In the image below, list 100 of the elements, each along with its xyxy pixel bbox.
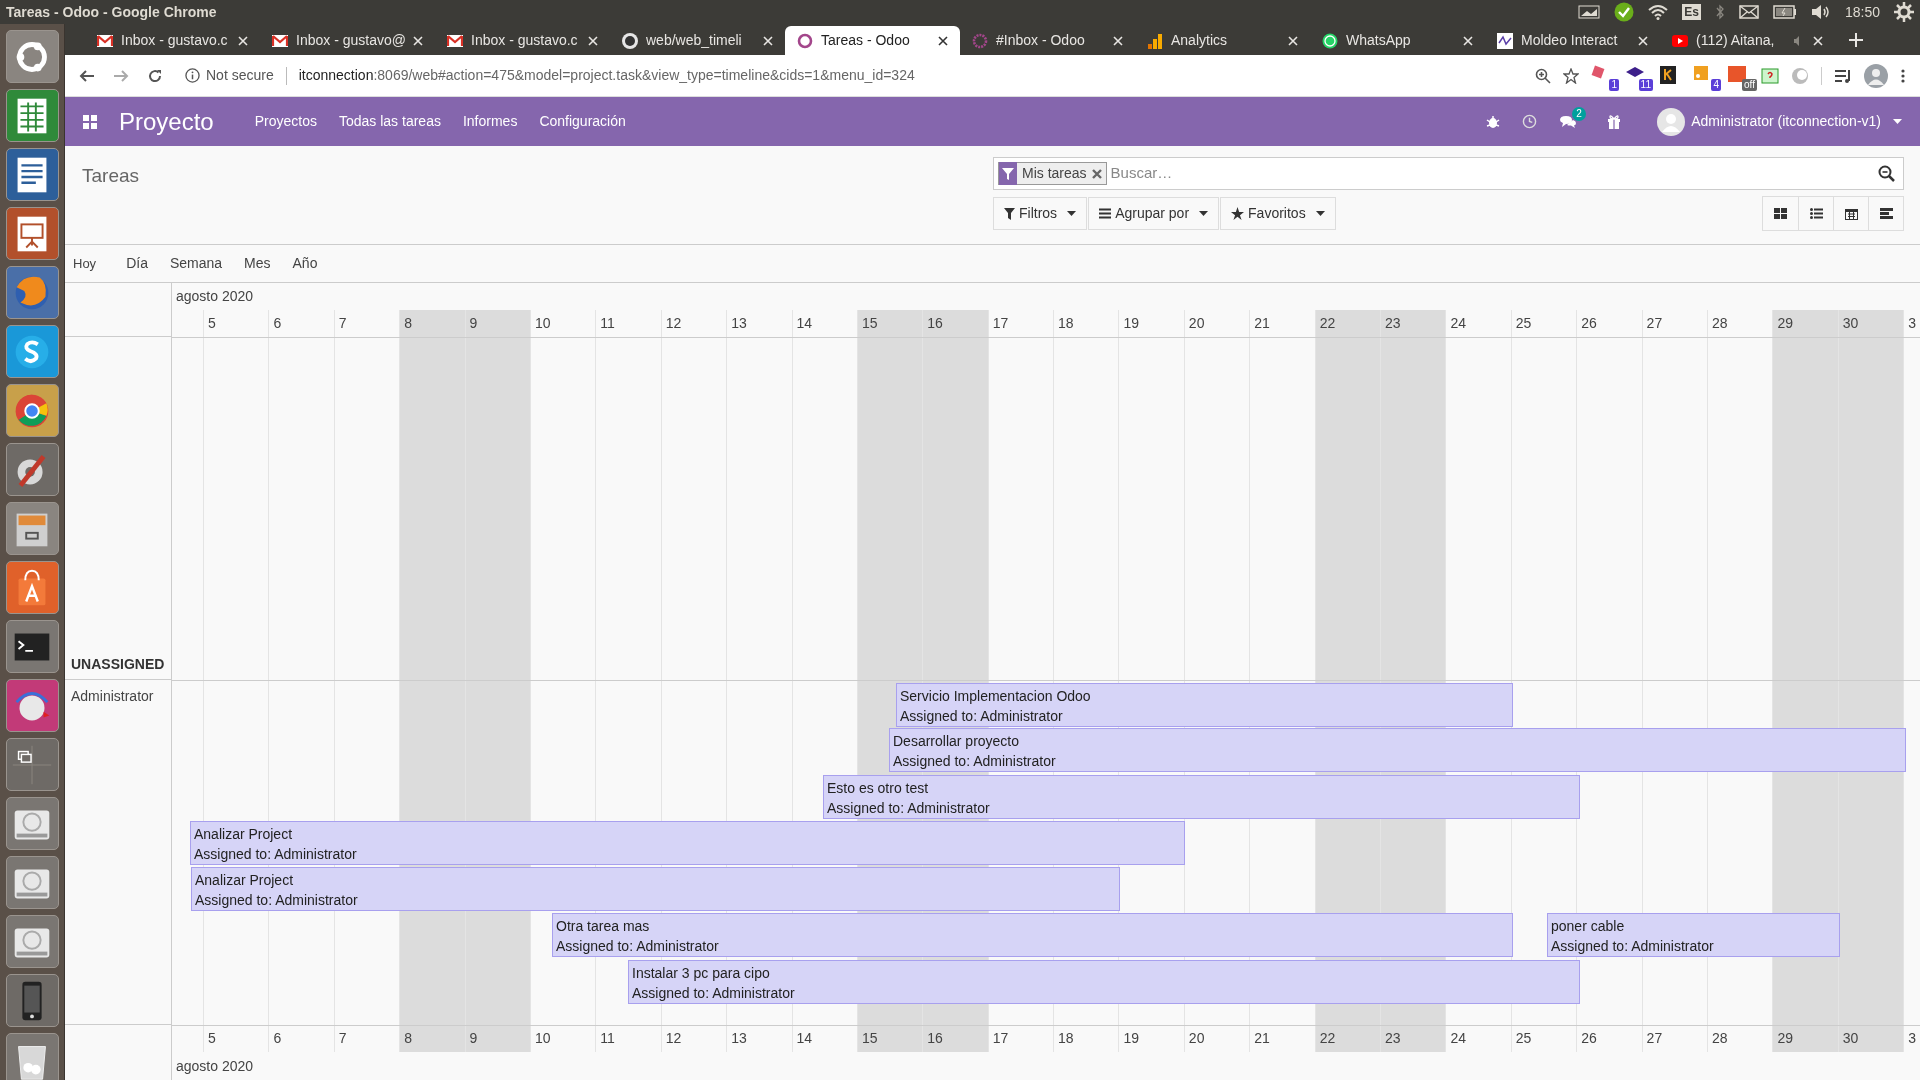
menu-item[interactable]: Proyectos	[243, 111, 328, 132]
browser-tab[interactable]: #Inbox - Odoo	[960, 26, 1135, 55]
bug-icon[interactable]	[1486, 114, 1501, 129]
user-menu[interactable]: Administrator (itconnection-v1)	[1657, 107, 1902, 136]
file-cabinet-icon[interactable]	[5, 502, 59, 555]
volume-icon[interactable]	[1810, 4, 1831, 20]
browser-tab[interactable]: web/web_timeli	[610, 26, 785, 55]
app-icon[interactable]	[5, 679, 59, 732]
check-icon[interactable]	[1614, 2, 1635, 22]
task-bar[interactable]: Analizar Project Assigned to: Administrator	[190, 821, 1185, 865]
workspace-switcher-icon[interactable]	[5, 738, 59, 791]
page-title: Tareas	[82, 165, 140, 186]
settings-icon[interactable]	[1894, 2, 1914, 22]
scale-button[interactable]: Mes	[244, 253, 271, 274]
day-label: 27	[1646, 1029, 1663, 1048]
new-tab-icon[interactable]	[1849, 32, 1863, 47]
day-label: 9	[469, 1029, 478, 1048]
security-label[interactable]: Not secure	[206, 65, 274, 86]
terminal-icon[interactable]	[5, 620, 59, 673]
browser-icon[interactable]	[5, 266, 59, 319]
scale-button[interactable]: Hoy	[73, 253, 97, 274]
bookmark-star-icon[interactable]	[1563, 67, 1579, 84]
ring-icon	[797, 32, 813, 49]
menu-icon[interactable]	[1900, 67, 1906, 84]
drive-icon[interactable]	[5, 856, 59, 909]
media-control-icon[interactable]	[1834, 67, 1852, 84]
remove-icon[interactable]	[1091, 168, 1102, 179]
reload-icon[interactable]	[147, 67, 163, 84]
task-bar[interactable]: poner cable Assigned to: Administrator	[1547, 913, 1840, 957]
chat-icon[interactable]	[1559, 114, 1578, 129]
search-field[interactable]: Mis tareas Buscar…	[993, 157, 1904, 190]
bluetooth-icon[interactable]	[1714, 4, 1725, 20]
browser-tab[interactable]: Tareas - Odoo	[785, 26, 960, 55]
task-bar[interactable]: Otra tarea mas Assigned to: Administrator	[552, 913, 1513, 957]
battery-icon[interactable]	[1772, 5, 1797, 19]
task-bar[interactable]: Desarrollar proyecto Assigned to: Administrator	[889, 728, 1906, 772]
tab-title: Inbox - gustavo.c	[121, 31, 229, 50]
task-title: Desarrollar proyecto	[893, 732, 1021, 751]
scale-button[interactable]: Semana	[169, 253, 223, 274]
spreadsheet-icon[interactable]	[5, 89, 59, 142]
filter-facet[interactable]: Mis tareas	[998, 162, 1107, 185]
screen-icon[interactable]	[1578, 5, 1601, 19]
task-bar[interactable]: Analizar Project Assigned to: Administrator	[191, 867, 1120, 911]
dropdown-button[interactable]: Filtros	[993, 197, 1088, 230]
search-icon[interactable]	[1878, 165, 1895, 182]
back-icon[interactable]	[79, 67, 95, 84]
dropdown-button[interactable]: Agrupar por	[1088, 197, 1220, 230]
browser-icon[interactable]	[5, 384, 59, 437]
task-title: Instalar 3 pc para cipo	[632, 964, 771, 983]
mail-icon[interactable]	[1738, 5, 1759, 19]
task-assignee: Assigned to: Administrator	[893, 752, 1057, 771]
browser-tab[interactable]: Analytics	[1135, 26, 1310, 55]
day-label: 29	[1777, 1029, 1793, 1048]
browser-tab[interactable]: Inbox - gustavo.c	[435, 26, 610, 55]
task-bar[interactable]: Esto es otro test Assigned to: Administrator	[823, 775, 1580, 819]
info-icon[interactable]	[185, 68, 200, 83]
day-label: 12	[665, 314, 682, 333]
url-field[interactable]: itconnection:8069/web#action=475&model=project.task&view_type=timeline&cids=1&menu_id=324	[298, 65, 915, 86]
chat-app-icon[interactable]	[5, 325, 59, 378]
phone-icon[interactable]	[5, 974, 59, 1027]
app-name[interactable]: Proyecto	[119, 103, 214, 140]
day-label: 28	[1712, 1029, 1728, 1048]
browser-tab[interactable]: (112) Aitana,	[1660, 26, 1835, 55]
menu-item[interactable]: Informes	[451, 111, 529, 132]
trash-icon[interactable]	[5, 1033, 59, 1080]
dropdown-button[interactable]: Favoritos	[1220, 197, 1336, 230]
document-icon[interactable]	[5, 148, 59, 201]
scale-button[interactable]: Día	[126, 253, 148, 274]
profile-avatar-icon[interactable]	[1864, 63, 1888, 88]
day-label: 10	[534, 1029, 551, 1048]
drive-icon[interactable]	[5, 797, 59, 850]
scale-button[interactable]: Año	[292, 253, 318, 274]
wifi-icon[interactable]	[1648, 4, 1669, 20]
browser-tab[interactable]: Moldeo Interact	[1485, 26, 1660, 55]
menu-item[interactable]: Configuración	[528, 111, 637, 132]
clock-icon[interactable]	[1522, 114, 1538, 129]
caret-icon	[1893, 118, 1902, 125]
menu-item[interactable]: Todas las tareas	[327, 111, 452, 132]
shopping-bag-icon[interactable]	[5, 561, 59, 614]
day-label: 30	[1842, 1029, 1859, 1048]
zoom-icon[interactable]	[1535, 67, 1551, 84]
day-label: 8	[404, 314, 412, 333]
drive-icon[interactable]	[5, 915, 59, 968]
clock[interactable]: 18:50	[1844, 1, 1880, 23]
day-label: 11	[600, 1029, 615, 1048]
task-assignee: Assigned to: Administrator	[1551, 937, 1715, 956]
help-extension-icon[interactable]	[1761, 66, 1779, 85]
browser-tab[interactable]: WhatsApp	[1310, 26, 1485, 55]
browser-tab[interactable]: Inbox - gustavo@	[260, 26, 435, 55]
browser-tab[interactable]: Inbox - gustavo.c	[85, 26, 260, 55]
task-bar[interactable]: Instalar 3 pc para cipo Assigned to: Administrator	[628, 960, 1580, 1004]
task-bar[interactable]: Servicio Implementacion Odoo Assigned to: Administrator	[896, 683, 1513, 727]
presentation-icon[interactable]	[5, 207, 59, 260]
keyboard-layout-indicator[interactable]: Es	[1682, 4, 1701, 20]
tab-title: Analytics	[1171, 31, 1229, 50]
apps-menu-icon[interactable]	[83, 114, 97, 129]
day-label: 24	[1450, 314, 1466, 333]
gift-icon[interactable]	[1607, 114, 1622, 129]
close-icon[interactable]	[938, 35, 948, 46]
circle-logo-icon[interactable]	[5, 30, 59, 83]
